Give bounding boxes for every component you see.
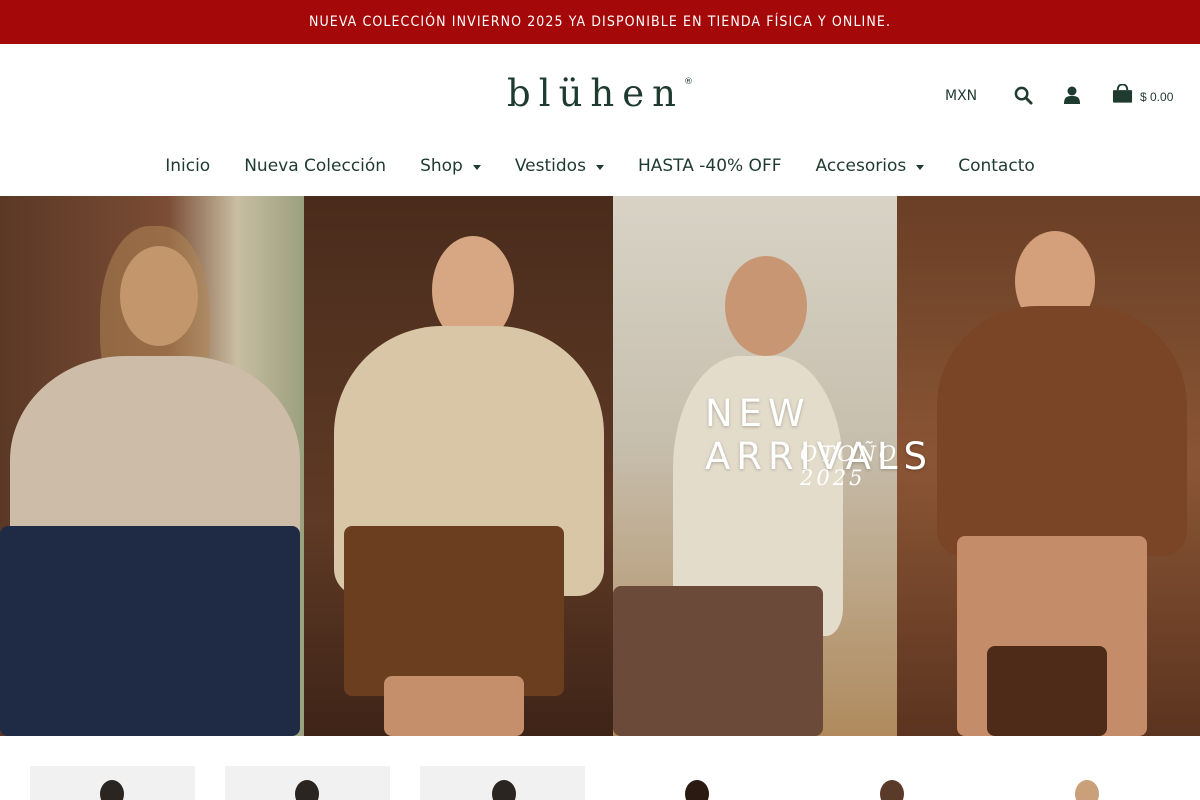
model-legs <box>384 676 524 736</box>
chevron-down-icon[interactable] <box>595 164 604 170</box>
nav-item-sale[interactable]: HASTA -40% OFF <box>638 156 782 176</box>
product-grid <box>0 736 1200 800</box>
announcement-text: NUEVA COLECCIÓN INVIERNO 2025 YA DISPONI… <box>308 14 892 30</box>
product-image[interactable] <box>492 780 516 800</box>
product-card[interactable] <box>225 766 390 800</box>
model-boots <box>987 646 1107 736</box>
nav-label[interactable]: Shop <box>420 156 463 176</box>
product-card[interactable] <box>30 766 195 800</box>
cart-icon[interactable] <box>1111 84 1133 104</box>
nav-label[interactable]: Nueva Colección <box>244 156 386 176</box>
announcement-bar: NUEVA COLECCIÓN INVIERNO 2025 YA DISPONI… <box>0 0 1200 44</box>
registered-mark: ® <box>683 77 693 87</box>
product-image[interactable] <box>685 780 709 800</box>
chevron-down-icon[interactable] <box>916 164 925 170</box>
hero-photo-1 <box>0 196 304 736</box>
site-header: blühen® MXN $ 0.00 Inicio Nueva Colecció… <box>0 44 1200 196</box>
nav-item-shop[interactable]: Shop <box>420 156 481 176</box>
nav-label[interactable]: HASTA -40% OFF <box>638 156 782 176</box>
product-card[interactable] <box>810 766 975 800</box>
nav-item-contacto[interactable]: Contacto <box>958 156 1035 176</box>
model-skirt <box>613 586 823 736</box>
product-image[interactable] <box>100 780 124 800</box>
model-head <box>725 256 807 356</box>
model-shorts <box>344 526 564 696</box>
user-icon[interactable] <box>1062 85 1082 105</box>
product-card[interactable] <box>1005 766 1170 800</box>
nav-label[interactable]: Accesorios <box>816 156 907 176</box>
nav-item-vestidos[interactable]: Vestidos <box>515 156 604 176</box>
hero-banner[interactable]: NEW ARRIVALS OTOÑO 2025 <box>0 196 1200 736</box>
product-image[interactable] <box>295 780 319 800</box>
hero-subtitle: OTOÑO 2025 <box>800 442 900 490</box>
chevron-down-icon[interactable] <box>472 164 481 170</box>
currency-selector[interactable]: MXN <box>945 88 977 104</box>
product-image[interactable] <box>880 780 904 800</box>
brand-name[interactable]: blühen <box>507 72 684 115</box>
search-icon[interactable] <box>1013 85 1033 105</box>
product-card[interactable] <box>420 766 585 800</box>
product-image[interactable] <box>1075 780 1099 800</box>
nav-item-inicio[interactable]: Inicio <box>165 156 210 176</box>
nav-item-nueva-coleccion[interactable]: Nueva Colección <box>244 156 386 176</box>
nav-item-accesorios[interactable]: Accesorios <box>816 156 925 176</box>
model-jeans <box>0 526 300 736</box>
product-card[interactable] <box>615 766 780 800</box>
nav-label[interactable]: Contacto <box>958 156 1035 176</box>
main-nav: Inicio Nueva Colección Shop Vestidos HAS… <box>0 153 1200 179</box>
hero-photo-2 <box>304 196 613 736</box>
nav-label[interactable]: Inicio <box>165 156 210 176</box>
cart-total[interactable]: $ 0.00 <box>1140 90 1173 104</box>
nav-label[interactable]: Vestidos <box>515 156 586 176</box>
